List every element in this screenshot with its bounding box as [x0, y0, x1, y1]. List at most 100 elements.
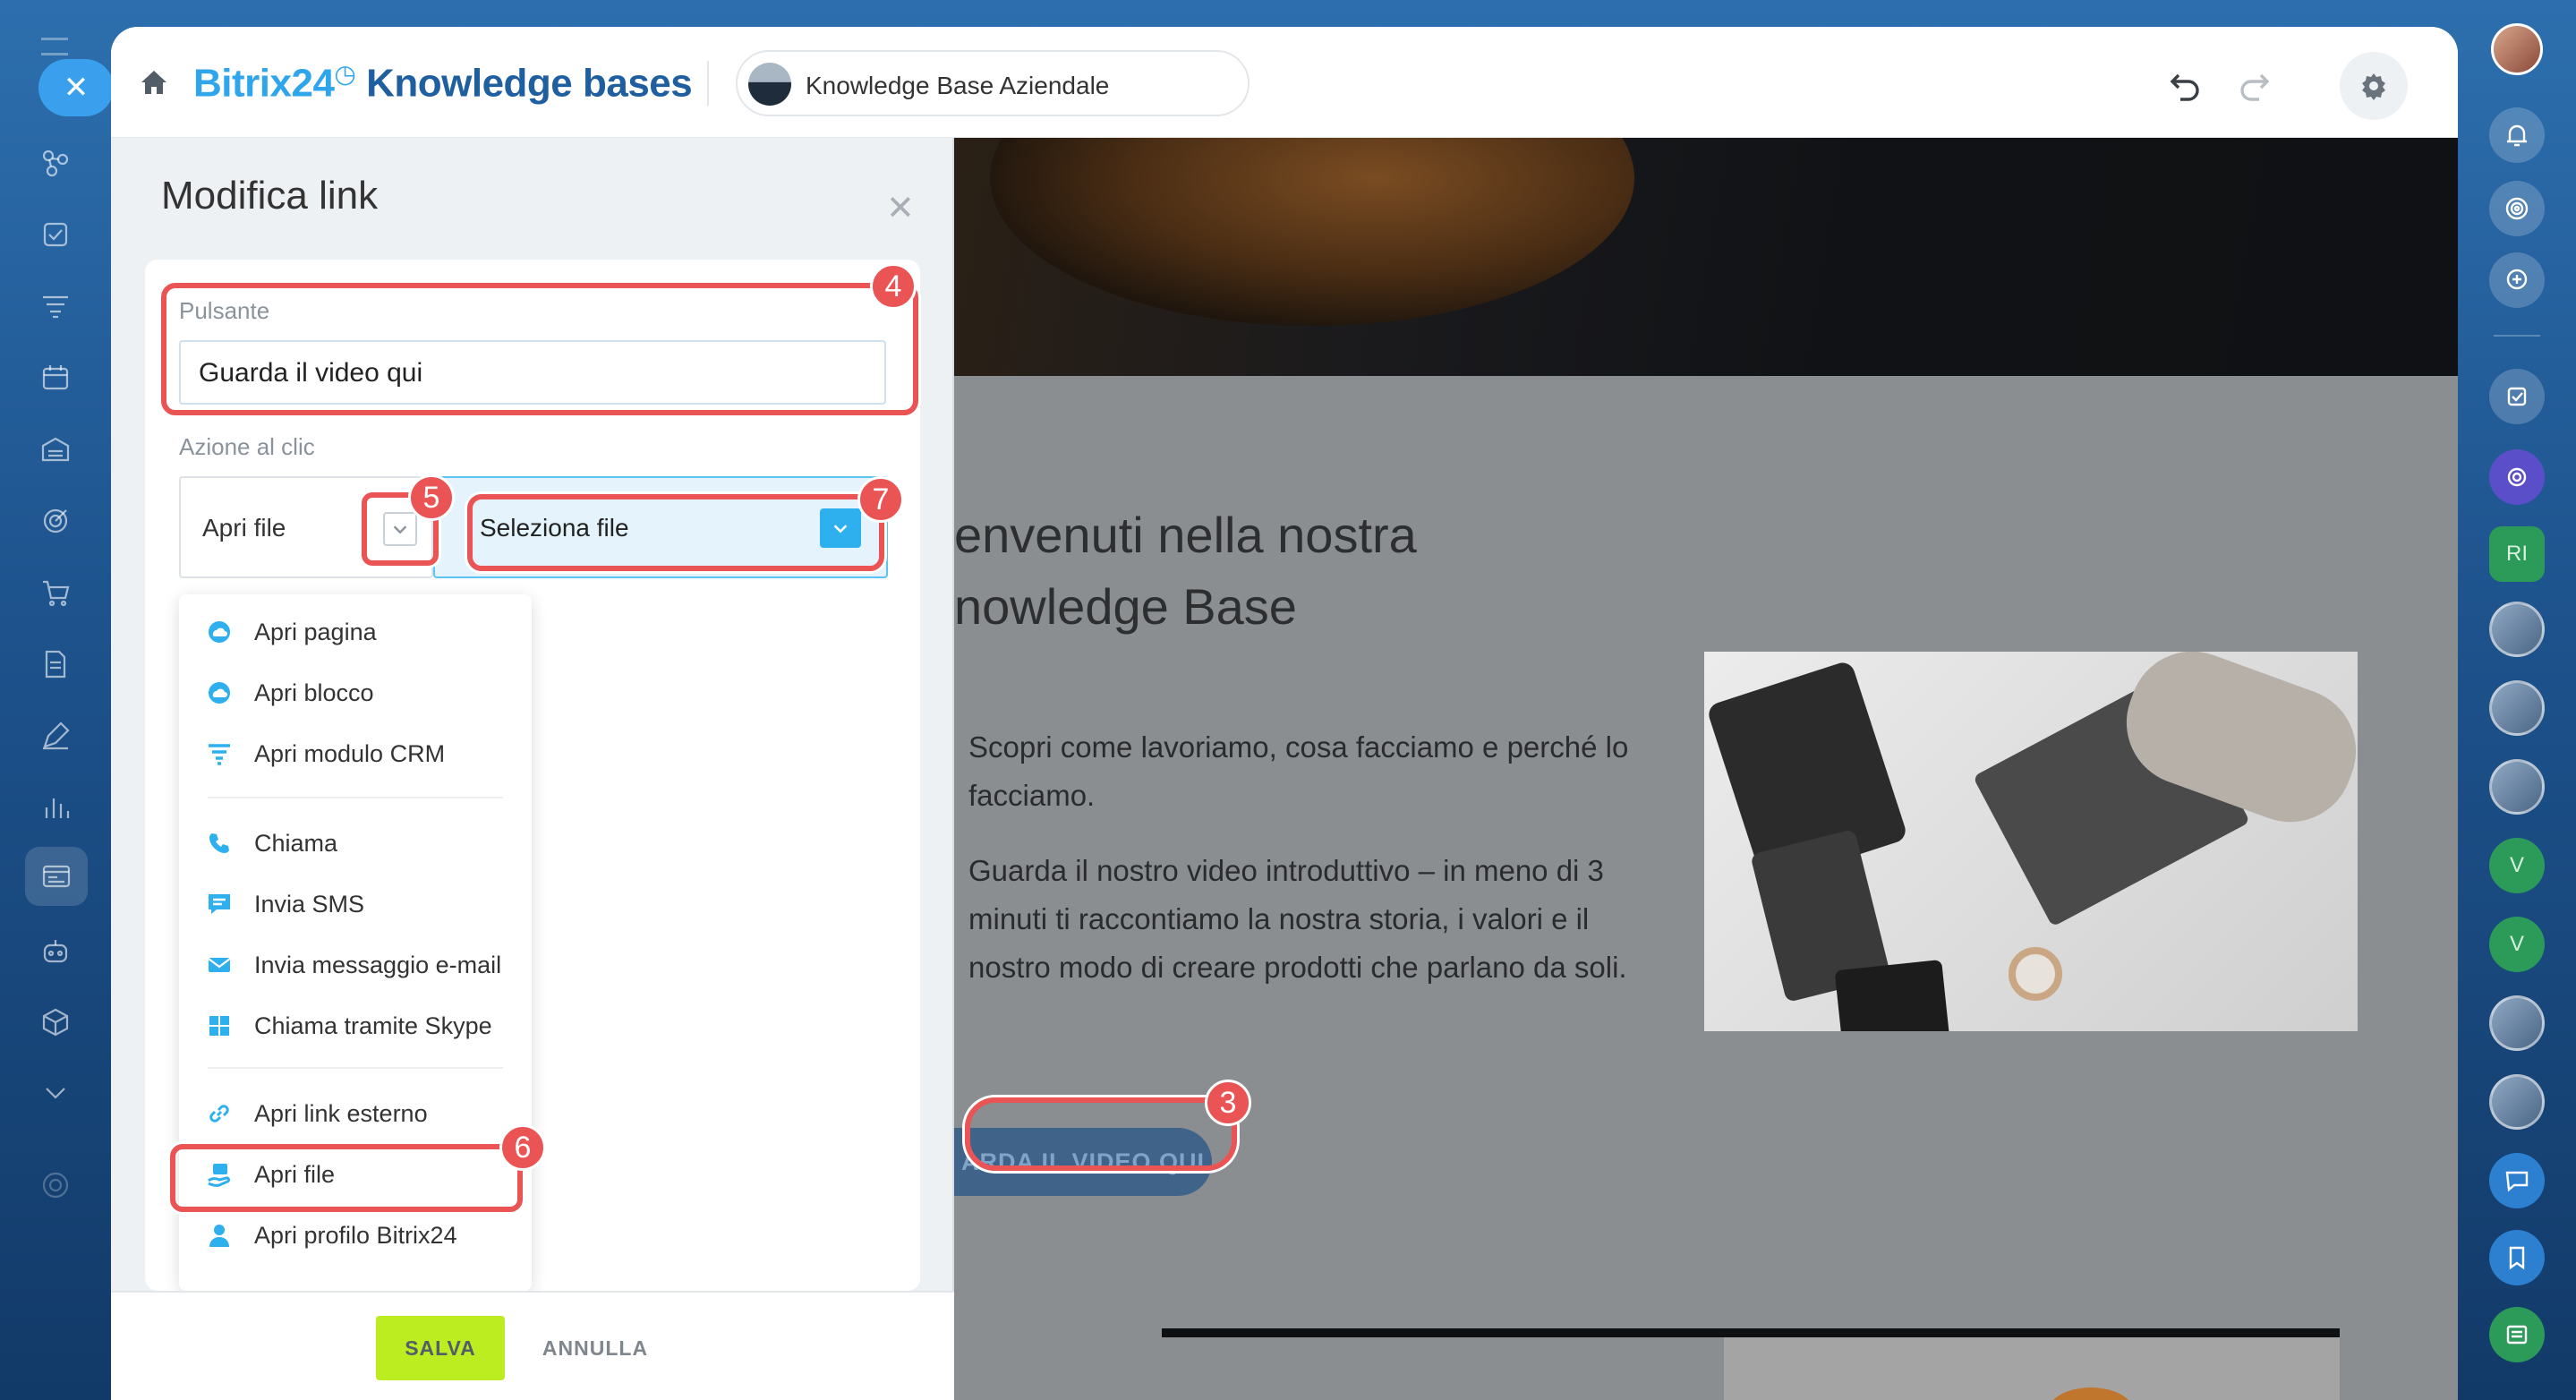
- chat-avatar-3[interactable]: [2489, 759, 2545, 815]
- chat-avatar-1[interactable]: [2489, 602, 2545, 657]
- sidebar-item-store[interactable]: [36, 430, 75, 469]
- landing-icon: [204, 678, 235, 708]
- chat-v-2-initials: V: [2509, 932, 2524, 956]
- cancel-button[interactable]: ANNULLA: [537, 1316, 653, 1380]
- chat-search-icon: [2506, 269, 2528, 290]
- knowledge-base-selector[interactable]: Knowledge Base Aziendale: [736, 50, 1250, 116]
- close-slider-button[interactable]: ✕: [38, 59, 114, 116]
- panel-footer: SALVA ANNULLA: [111, 1291, 954, 1400]
- file-select-value: Seleziona file: [480, 514, 629, 542]
- chat-ri[interactable]: RI: [2489, 526, 2545, 582]
- phone-icon: [204, 828, 235, 858]
- robot-icon: [43, 940, 68, 963]
- sidebar-more[interactable]: [36, 1072, 75, 1112]
- spiral-icon: [2507, 467, 2527, 487]
- preview-text: Scopri come lavoriamo, cosa facciamo e p…: [968, 723, 1631, 1019]
- menu-icon[interactable]: [41, 38, 68, 55]
- landing-editor-window: Bitrix24◷ Knowledge bases Knowledge Base…: [111, 27, 2458, 1400]
- dropdown-item-label: Apri file: [254, 1160, 336, 1188]
- dropdown-item-call-skype[interactable]: Chiama tramite Skype: [179, 999, 532, 1053]
- chevron-down-icon: [46, 1088, 65, 1099]
- sidebar-item-sites[interactable]: [25, 847, 88, 906]
- calendar-icon: [42, 365, 69, 390]
- copilot-chat-button[interactable]: [2489, 449, 2545, 505]
- preview-cta-button[interactable]: ARDA IL VIDEO QUI: [954, 1128, 1212, 1196]
- button-text-label: Pulsante: [179, 297, 270, 324]
- action-type-value: Apri file: [202, 514, 286, 542]
- app-brand[interactable]: Bitrix24◷ Knowledge bases: [193, 59, 693, 107]
- photo-coffee: [2009, 947, 2062, 1001]
- dropdown-item-open-profile[interactable]: Apri profilo Bitrix24: [179, 1208, 532, 1262]
- sidebar-item-feed[interactable]: [36, 143, 75, 183]
- dropdown-item-open-crm-form[interactable]: Apri modulo CRM: [179, 727, 532, 781]
- dropdown-item-label: Apri blocco: [254, 679, 374, 706]
- chat-avatar-4[interactable]: [2489, 995, 2545, 1051]
- chat-search-button[interactable]: [2489, 252, 2545, 308]
- chat-group-1[interactable]: [2489, 1153, 2545, 1208]
- preview-title-line1: envenuti nella nostra: [954, 507, 1417, 563]
- sidebar-item-shop[interactable]: [36, 573, 75, 612]
- brand-clock-icon: ◷: [334, 60, 356, 88]
- panel-close-icon[interactable]: ✕: [886, 188, 915, 228]
- dropdown-item-open-external-link[interactable]: Apri link esterno: [179, 1087, 532, 1140]
- undo-icon[interactable]: [2168, 66, 2204, 102]
- page-preview: envenuti nella nostra nowledge Base Scopr…: [954, 138, 2458, 1400]
- sidebar-item-copilot[interactable]: [36, 931, 75, 970]
- sidebar-item-analytics[interactable]: [36, 788, 75, 827]
- photo-tablet: [1834, 959, 1950, 1031]
- home-icon[interactable]: [138, 66, 170, 98]
- dropdown-item-label: Invia messaggio e-mail: [254, 951, 502, 978]
- dropdown-divider: [208, 797, 503, 798]
- sidebar-item-calendar[interactable]: [36, 358, 75, 397]
- sidebar-item-sign[interactable]: [36, 716, 75, 755]
- annotation-badge-5: 5: [408, 474, 455, 521]
- file-select[interactable]: Seleziona file: [433, 476, 888, 578]
- annotation-badge-6: 6: [499, 1124, 546, 1171]
- sidebar-settings[interactable]: [36, 1165, 75, 1205]
- bell-icon: [2507, 124, 2527, 147]
- sidebar-item-documents[interactable]: [36, 645, 75, 684]
- chat-avatar-2[interactable]: [2489, 680, 2545, 736]
- mail-icon: [204, 950, 235, 980]
- chat-v-2[interactable]: V: [2489, 917, 2545, 972]
- gear-icon: [42, 1172, 69, 1199]
- hero-image: [954, 138, 2458, 376]
- action-type-chevron[interactable]: [383, 512, 417, 546]
- sidebar-item-goals[interactable]: [36, 501, 75, 541]
- dropdown-item-open-block[interactable]: Apri blocco: [179, 666, 532, 720]
- dropdown-item-open-file[interactable]: Apri file: [179, 1148, 532, 1201]
- user-avatar[interactable]: [2491, 23, 2543, 75]
- editor-header: Bitrix24◷ Knowledge bases Knowledge Base…: [111, 27, 2458, 138]
- cube-icon: [42, 1008, 69, 1037]
- sidebar-item-crm[interactable]: [36, 286, 75, 326]
- chat-v-1[interactable]: V: [2489, 838, 2545, 893]
- dropdown-item-call[interactable]: Chiama: [179, 816, 532, 870]
- redo-icon[interactable]: [2236, 66, 2272, 102]
- sidebar-item-market[interactable]: [36, 1003, 75, 1042]
- chevron-down-icon: [393, 525, 407, 534]
- tasks-chat-button[interactable]: [2489, 369, 2545, 424]
- dropdown-item-open-page[interactable]: Apri pagina: [179, 605, 532, 659]
- chat-avatar-5[interactable]: [2489, 1074, 2545, 1130]
- dropdown-item-send-email[interactable]: Invia messaggio e-mail: [179, 938, 532, 992]
- dropdown-item-label: Apri profilo Bitrix24: [254, 1221, 457, 1249]
- dropdown-item-label: Invia SMS: [254, 890, 365, 918]
- sidebar-item-tasks[interactable]: [36, 215, 75, 254]
- preview-paragraph-1: Scopri come lavoriamo, cosa facciamo e p…: [968, 730, 1629, 812]
- dropdown-divider: [208, 1067, 503, 1069]
- button-text-input[interactable]: Guarda il video qui: [179, 340, 886, 405]
- copilot-button[interactable]: [2489, 181, 2545, 236]
- annotation-badge-3: 3: [1205, 1080, 1251, 1126]
- notifications-button[interactable]: [2489, 107, 2545, 163]
- panel-title: Modifica link: [161, 174, 379, 218]
- chat-bookmarks[interactable]: [2489, 1230, 2545, 1285]
- hero-guitar-shape: [990, 138, 1634, 326]
- save-button[interactable]: SALVA: [376, 1316, 505, 1380]
- chat-group-2[interactable]: [2489, 1307, 2545, 1362]
- brand-name: Bitrix24: [193, 61, 335, 106]
- file-select-chevron[interactable]: [820, 508, 861, 548]
- settings-button[interactable]: [2340, 52, 2408, 120]
- grid-icon: [204, 1011, 235, 1041]
- dropdown-item-send-sms[interactable]: Invia SMS: [179, 877, 532, 931]
- action-type-select[interactable]: Apri file: [179, 476, 433, 578]
